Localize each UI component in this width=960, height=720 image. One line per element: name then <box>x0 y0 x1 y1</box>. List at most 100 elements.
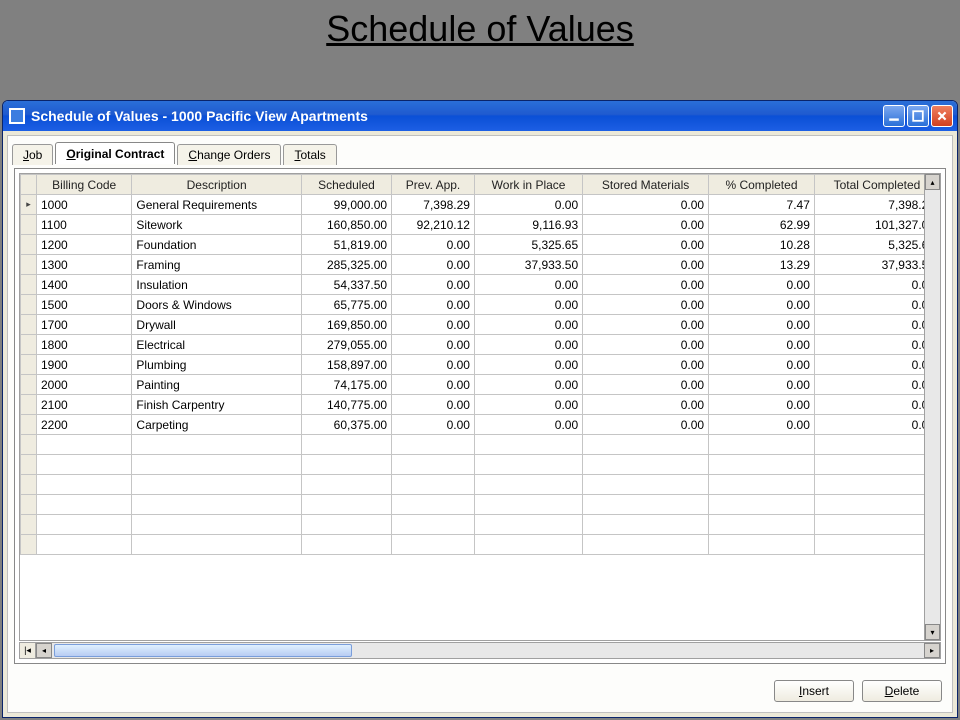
cell-total[interactable]: 37,933.50 <box>814 255 939 275</box>
cell-desc[interactable]: Doors & Windows <box>132 295 301 315</box>
tab-change-orders[interactable]: Change Orders <box>177 144 281 165</box>
cell-pct[interactable]: 13.29 <box>709 255 815 275</box>
maximize-button[interactable] <box>907 105 929 127</box>
cell-code[interactable]: 1700 <box>37 315 132 335</box>
cell-wip[interactable]: 0.00 <box>474 195 582 215</box>
cell-total[interactable]: 7,398.29 <box>814 195 939 215</box>
cell-pct[interactable]: 0.00 <box>709 295 815 315</box>
cell-pct[interactable]: 62.99 <box>709 215 815 235</box>
cell-scheduled[interactable]: 158,897.00 <box>301 355 391 375</box>
scroll-up-button[interactable]: ▴ <box>925 174 940 190</box>
horizontal-scrollbar[interactable]: ◂ ▸ <box>35 642 941 659</box>
cell-code[interactable]: 1900 <box>37 355 132 375</box>
cell-total[interactable]: 101,327.05 <box>814 215 939 235</box>
cell-wip[interactable]: 9,116.93 <box>474 215 582 235</box>
cell-prev[interactable]: 0.00 <box>392 415 475 435</box>
cell-pct[interactable]: 0.00 <box>709 375 815 395</box>
table-row[interactable]: 1400Insulation54,337.500.000.000.000.000… <box>21 275 940 295</box>
cell-desc[interactable]: Plumbing <box>132 355 301 375</box>
scroll-thumb[interactable] <box>54 644 352 657</box>
table-row[interactable]: 2200Carpeting60,375.000.000.000.000.000.… <box>21 415 940 435</box>
cell-stored[interactable]: 0.00 <box>583 335 709 355</box>
table-row[interactable]: 1700Drywall169,850.000.000.000.000.000.0… <box>21 315 940 335</box>
cell-desc[interactable]: Painting <box>132 375 301 395</box>
column-header[interactable]: Work in Place <box>474 175 582 195</box>
cell-stored[interactable]: 0.00 <box>583 395 709 415</box>
cell-prev[interactable]: 0.00 <box>392 235 475 255</box>
column-header[interactable]: Billing Code <box>37 175 132 195</box>
cell-total[interactable]: 0.00 <box>814 415 939 435</box>
cell-wip[interactable]: 0.00 <box>474 375 582 395</box>
cell-desc[interactable]: Foundation <box>132 235 301 255</box>
cell-pct[interactable]: 0.00 <box>709 415 815 435</box>
scroll-down-button[interactable]: ▾ <box>925 624 940 640</box>
table-row[interactable]: 1800Electrical279,055.000.000.000.000.00… <box>21 335 940 355</box>
cell-desc[interactable]: Sitework <box>132 215 301 235</box>
cell-total[interactable]: 0.00 <box>814 395 939 415</box>
cell-stored[interactable]: 0.00 <box>583 275 709 295</box>
cell-code[interactable]: 1500 <box>37 295 132 315</box>
column-header[interactable]: Scheduled <box>301 175 391 195</box>
cell-pct[interactable]: 10.28 <box>709 235 815 255</box>
cell-desc[interactable]: Drywall <box>132 315 301 335</box>
delete-button[interactable]: Delete <box>862 680 942 702</box>
cell-code[interactable]: 1800 <box>37 335 132 355</box>
close-button[interactable] <box>931 105 953 127</box>
cell-stored[interactable]: 0.00 <box>583 235 709 255</box>
grid[interactable]: Billing CodeDescriptionScheduledPrev. Ap… <box>19 173 941 641</box>
table-row[interactable]: ▸1000General Requirements99,000.007,398.… <box>21 195 940 215</box>
cell-desc[interactable]: Framing <box>132 255 301 275</box>
cell-stored[interactable]: 0.00 <box>583 195 709 215</box>
cell-scheduled[interactable]: 51,819.00 <box>301 235 391 255</box>
column-header[interactable]: % Completed <box>709 175 815 195</box>
cell-wip[interactable]: 0.00 <box>474 295 582 315</box>
cell-prev[interactable]: 0.00 <box>392 275 475 295</box>
table-row[interactable]: 2100Finish Carpentry140,775.000.000.000.… <box>21 395 940 415</box>
cell-wip[interactable]: 37,933.50 <box>474 255 582 275</box>
cell-prev[interactable]: 0.00 <box>392 255 475 275</box>
cell-prev[interactable]: 0.00 <box>392 395 475 415</box>
cell-wip[interactable]: 0.00 <box>474 335 582 355</box>
cell-stored[interactable]: 0.00 <box>583 295 709 315</box>
tab-original-contract[interactable]: Original Contract <box>55 142 175 164</box>
cell-pct[interactable]: 0.00 <box>709 275 815 295</box>
cell-pct[interactable]: 7.47 <box>709 195 815 215</box>
cell-prev[interactable]: 0.00 <box>392 355 475 375</box>
cell-prev[interactable]: 0.00 <box>392 375 475 395</box>
cell-scheduled[interactable]: 60,375.00 <box>301 415 391 435</box>
cell-desc[interactable]: General Requirements <box>132 195 301 215</box>
cell-total[interactable]: 0.00 <box>814 275 939 295</box>
cell-scheduled[interactable]: 74,175.00 <box>301 375 391 395</box>
cell-total[interactable]: 0.00 <box>814 375 939 395</box>
minimize-button[interactable] <box>883 105 905 127</box>
cell-code[interactable]: 1200 <box>37 235 132 255</box>
scroll-right-button[interactable]: ▸ <box>924 643 940 658</box>
table-row-empty[interactable] <box>21 535 940 555</box>
table-row[interactable]: 1200Foundation51,819.000.005,325.650.001… <box>21 235 940 255</box>
cell-code[interactable]: 2100 <box>37 395 132 415</box>
cell-prev[interactable]: 92,210.12 <box>392 215 475 235</box>
cell-desc[interactable]: Electrical <box>132 335 301 355</box>
cell-code[interactable]: 2200 <box>37 415 132 435</box>
column-header[interactable]: Prev. App. <box>392 175 475 195</box>
cell-scheduled[interactable]: 140,775.00 <box>301 395 391 415</box>
cell-prev[interactable]: 0.00 <box>392 335 475 355</box>
cell-stored[interactable]: 0.00 <box>583 415 709 435</box>
cell-pct[interactable]: 0.00 <box>709 395 815 415</box>
cell-stored[interactable]: 0.00 <box>583 215 709 235</box>
cell-pct[interactable]: 0.00 <box>709 355 815 375</box>
cell-scheduled[interactable]: 99,000.00 <box>301 195 391 215</box>
cell-stored[interactable]: 0.00 <box>583 315 709 335</box>
tab-totals[interactable]: Totals <box>283 144 336 165</box>
cell-prev[interactable]: 0.00 <box>392 295 475 315</box>
titlebar[interactable]: Schedule of Values - 1000 Pacific View A… <box>3 101 957 131</box>
cell-wip[interactable]: 5,325.65 <box>474 235 582 255</box>
cell-prev[interactable]: 0.00 <box>392 315 475 335</box>
cell-pct[interactable]: 0.00 <box>709 335 815 355</box>
vertical-scrollbar[interactable]: ▴ ▾ <box>924 173 941 641</box>
cell-total[interactable]: 0.00 <box>814 315 939 335</box>
cell-total[interactable]: 0.00 <box>814 335 939 355</box>
tab-job[interactable]: Job <box>12 144 53 165</box>
table-row[interactable]: 1500Doors & Windows65,775.000.000.000.00… <box>21 295 940 315</box>
table-row-empty[interactable] <box>21 435 940 455</box>
